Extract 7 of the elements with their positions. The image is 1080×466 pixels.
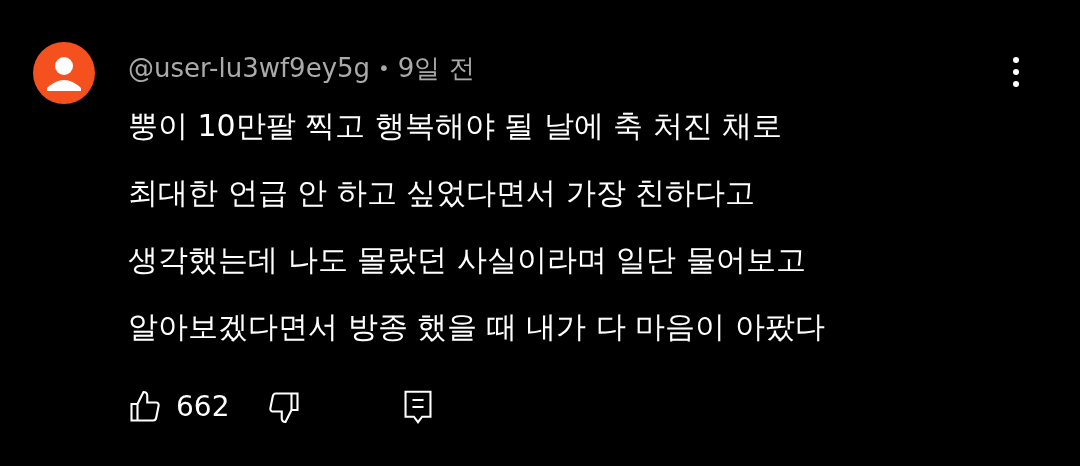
avatar-icon[interactable] [33,42,95,104]
separator-dot: • [378,55,390,82]
comment-time: 9일 전 [397,51,475,85]
more-options-icon[interactable] [1012,56,1020,88]
like-count: 662 [176,389,230,425]
comment-text: 뿡이 10만팔 찍고 행복해야 될 날에 축 처진 채로 최대한 언급 안 하고 싶었다면서 가장 친하다고 생각했는데 나도 몰랐던 사실이라며 일단 물어보고 알아보겠다면서 방종 했을 때 내가 다 마음이 아팠다 [128,107,825,346]
comment-author[interactable]: @user-lu3wf9ey5g [128,48,371,88]
